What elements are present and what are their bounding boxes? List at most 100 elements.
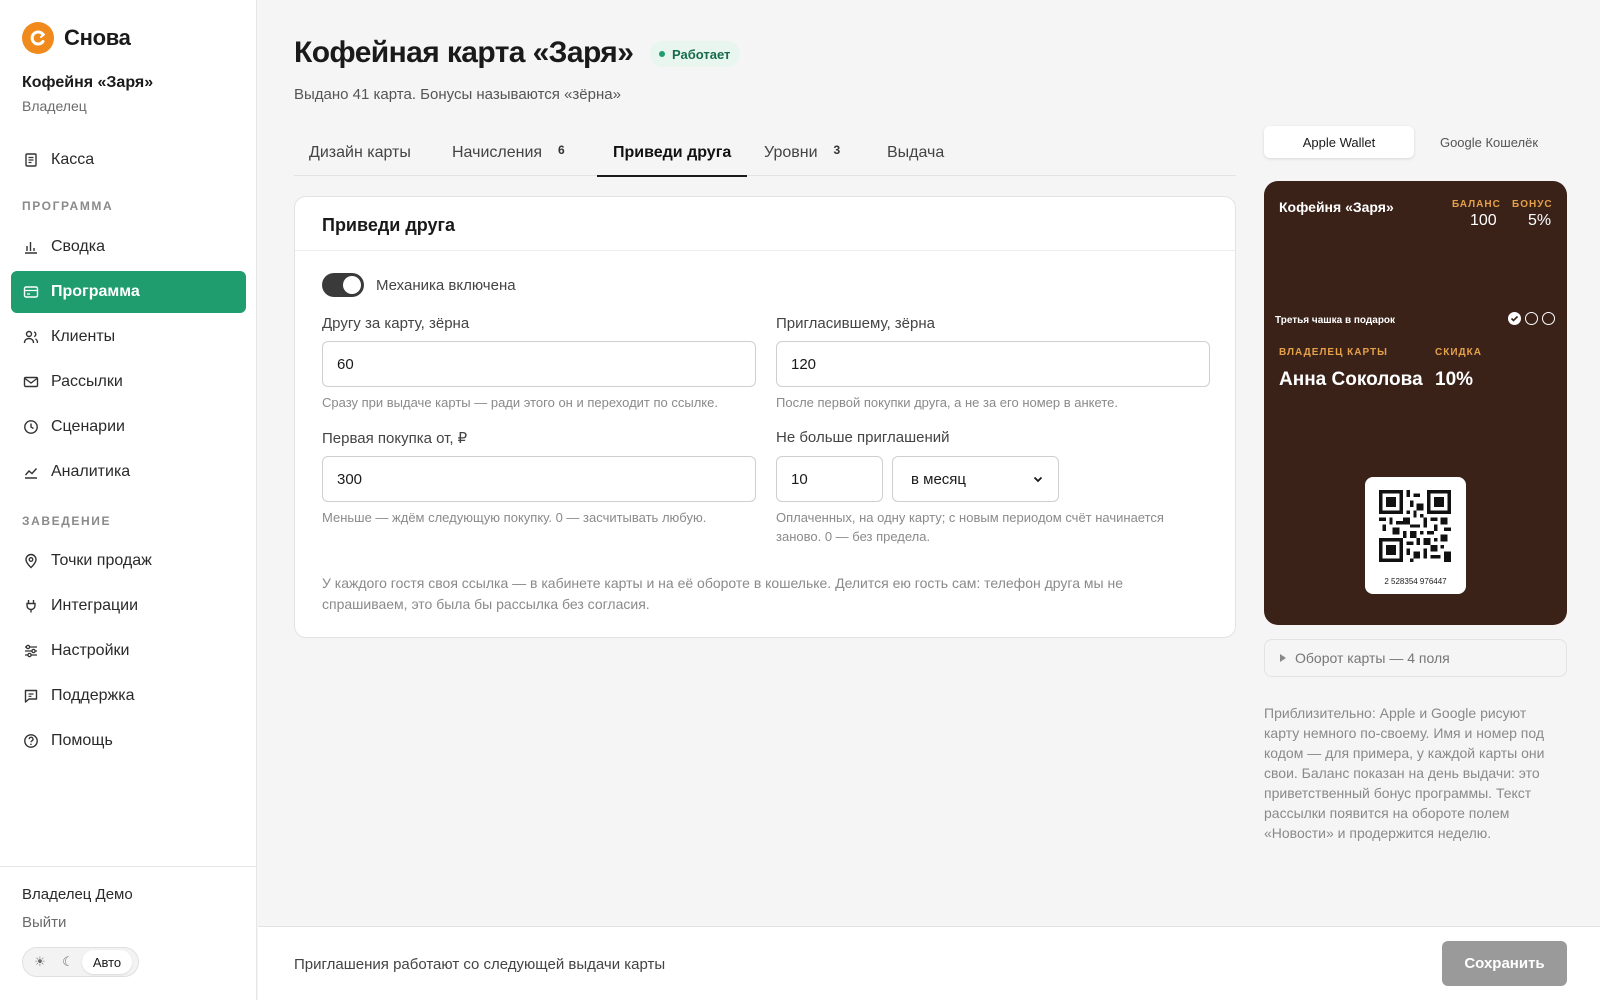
tab-label: Приведи друга xyxy=(613,144,732,161)
theme-light-icon[interactable]: ☀ xyxy=(26,950,54,974)
nav-label: Программа xyxy=(51,283,140,300)
card-back-expander[interactable]: Оборот карты — 4 поля xyxy=(1264,639,1567,677)
nav-item-support[interactable]: Поддержка xyxy=(11,675,246,717)
status-badge: Работает xyxy=(650,41,741,67)
nav-item-summary[interactable]: Сводка xyxy=(11,226,246,268)
card-promo: Третья чашка в подарок xyxy=(1275,315,1396,326)
period-value: в месяц xyxy=(911,470,967,488)
brand[interactable]: Снова xyxy=(22,22,131,54)
nav-label: Касса xyxy=(51,151,95,168)
nav-section-venue: ЗАВЕДЕНИЕ xyxy=(22,514,112,528)
invite-limit-hint: Оплаченных, на одну карту; с новым перио… xyxy=(776,510,1164,544)
theme-auto-option[interactable]: Авто xyxy=(82,950,132,974)
tab-referral[interactable]: Приведи друга xyxy=(596,130,748,177)
card-preview: Кофейня «Заря» БАЛАНС 100 БОНУС 5% Треть… xyxy=(1264,181,1567,625)
stamp-empty-icon xyxy=(1525,312,1538,325)
inviter-bonus-hint: После первой покупки друга, а не за его … xyxy=(776,395,1118,410)
sidebar-divider xyxy=(0,866,257,867)
wallet-google-tab[interactable]: Google Кошелёк xyxy=(1414,126,1564,158)
plug-icon xyxy=(26,600,36,613)
tab-design[interactable]: Дизайн карты xyxy=(309,130,411,176)
nav-item-scenarios[interactable]: Сценарии xyxy=(11,406,246,448)
panel-title: Приведи друга xyxy=(295,197,1235,251)
card-back-label: Оборот карты — 4 поля xyxy=(1295,650,1450,666)
trend-icon xyxy=(24,468,38,479)
save-button[interactable]: Сохранить xyxy=(1442,941,1567,986)
nav-item-clients[interactable]: Клиенты xyxy=(11,316,246,358)
footer-bar: Приглашения работают со следующей выдачи… xyxy=(258,926,1600,1000)
friend-bonus-hint: Сразу при выдаче карты — ради этого он и… xyxy=(322,395,718,410)
nav-label: Настройки xyxy=(51,642,130,659)
stamp-empty-icon xyxy=(1542,312,1555,325)
chat-icon xyxy=(24,689,38,703)
tab-label: Дизайн карты xyxy=(309,144,411,161)
brand-name: Снова xyxy=(64,25,131,50)
org-role: Владелец xyxy=(22,98,87,114)
footer-text: Приглашения работают со следующей выдачи… xyxy=(294,956,666,973)
question-icon xyxy=(24,734,38,748)
theme-dark-icon[interactable]: ☾ xyxy=(54,950,82,974)
inviter-bonus-input[interactable] xyxy=(776,341,1210,387)
friend-bonus-label: Другу за карту, зёрна xyxy=(322,315,470,332)
nav-item-kassa[interactable]: Касса xyxy=(11,139,246,181)
location-pin-icon xyxy=(25,553,37,569)
first-purchase-input[interactable] xyxy=(322,456,756,502)
nav-label: Точки продаж xyxy=(51,552,152,569)
qr-code-icon xyxy=(1379,490,1451,562)
tab-levels[interactable]: Уровни 3 xyxy=(764,130,840,176)
tab-bar: Дизайн карты Начисления 6 Приведи друга … xyxy=(294,130,1236,177)
invite-limit-input[interactable] xyxy=(776,456,883,502)
tab-count: 6 xyxy=(558,143,565,157)
nav-label: Аналитика xyxy=(51,463,131,480)
brand-logo-icon xyxy=(22,22,54,54)
nav-item-program[interactable]: Программа xyxy=(11,271,246,313)
org-name: Кофейня «Заря» xyxy=(22,74,154,91)
chevron-down-icon xyxy=(1033,476,1043,483)
receipt-icon xyxy=(25,153,37,167)
card-balance-value: 100 xyxy=(1470,212,1497,229)
first-purchase-hint: Меньше — ждём следующую покупку. 0 — зас… xyxy=(322,510,707,525)
card-balance-label: БАЛАНС xyxy=(1452,199,1501,210)
nav-item-integrations[interactable]: Интеграции xyxy=(11,585,246,627)
first-purchase-label: Первая покупка от, ₽ xyxy=(322,430,468,447)
card-discount-label: СКИДКА xyxy=(1435,347,1482,358)
tab-count: 3 xyxy=(833,143,841,157)
logout-link[interactable]: Выйти xyxy=(22,914,66,931)
nav-item-help[interactable]: Помощь xyxy=(11,720,246,762)
inviter-bonus-label: Пригласившему, зёрна xyxy=(776,315,935,332)
nav-item-points[interactable]: Точки продаж xyxy=(11,540,246,582)
user-name: Владелец Демо xyxy=(22,886,133,903)
card-org-name: Кофейня «Заря» xyxy=(1279,199,1394,215)
nav-section-program: ПРОГРАММА xyxy=(22,199,114,213)
card-holder-label: ВЛАДЕЛЕЦ КАРТЫ xyxy=(1279,347,1388,358)
toggle-label: Механика включена xyxy=(376,277,516,294)
nav-label: Интеграции xyxy=(51,597,139,614)
card-holder-value: Анна Соколова xyxy=(1279,369,1423,390)
tab-label: Выдача xyxy=(887,144,945,161)
nav-label: Помощь xyxy=(51,732,113,749)
friend-bonus-input[interactable] xyxy=(322,341,756,387)
nav-label: Сценарии xyxy=(51,418,125,435)
page-subtitle: Выдано 41 карта. Бонусы называются «зёрн… xyxy=(294,86,621,103)
users-icon xyxy=(23,330,39,344)
sidebar: Снова Кофейня «Заря» Владелец Касса ПРОГ… xyxy=(0,0,257,1000)
card-code-number: 2 528354 976447 xyxy=(1384,577,1447,586)
theme-switch: ☀ ☾ Авто xyxy=(22,947,139,977)
mail-icon xyxy=(23,376,39,388)
wallet-apple-tab[interactable]: Apple Wallet xyxy=(1264,126,1414,158)
invite-limit-label: Не больше приглашений xyxy=(776,429,950,446)
caret-right-icon xyxy=(1280,654,1286,662)
period-select[interactable]: в месяц xyxy=(892,456,1059,502)
wallet-switch: Apple Wallet Google Кошелёк xyxy=(1264,126,1564,160)
tab-accruals[interactable]: Начисления 6 xyxy=(452,130,565,176)
nav-item-analytics[interactable]: Аналитика xyxy=(11,451,246,493)
stamp-filled-icon xyxy=(1508,312,1521,325)
referral-note: У каждого гостя своя ссылка — в кабинете… xyxy=(322,575,1123,612)
tab-label: Уровни xyxy=(764,144,818,161)
tab-issue[interactable]: Выдача xyxy=(887,130,944,176)
nav-item-mailings[interactable]: Рассылки xyxy=(11,361,246,403)
page-title: Кофейная карта «Заря» xyxy=(294,36,634,69)
nav-item-settings[interactable]: Настройки xyxy=(11,630,246,672)
mechanic-toggle[interactable] xyxy=(322,273,364,297)
clock-icon xyxy=(24,420,38,434)
